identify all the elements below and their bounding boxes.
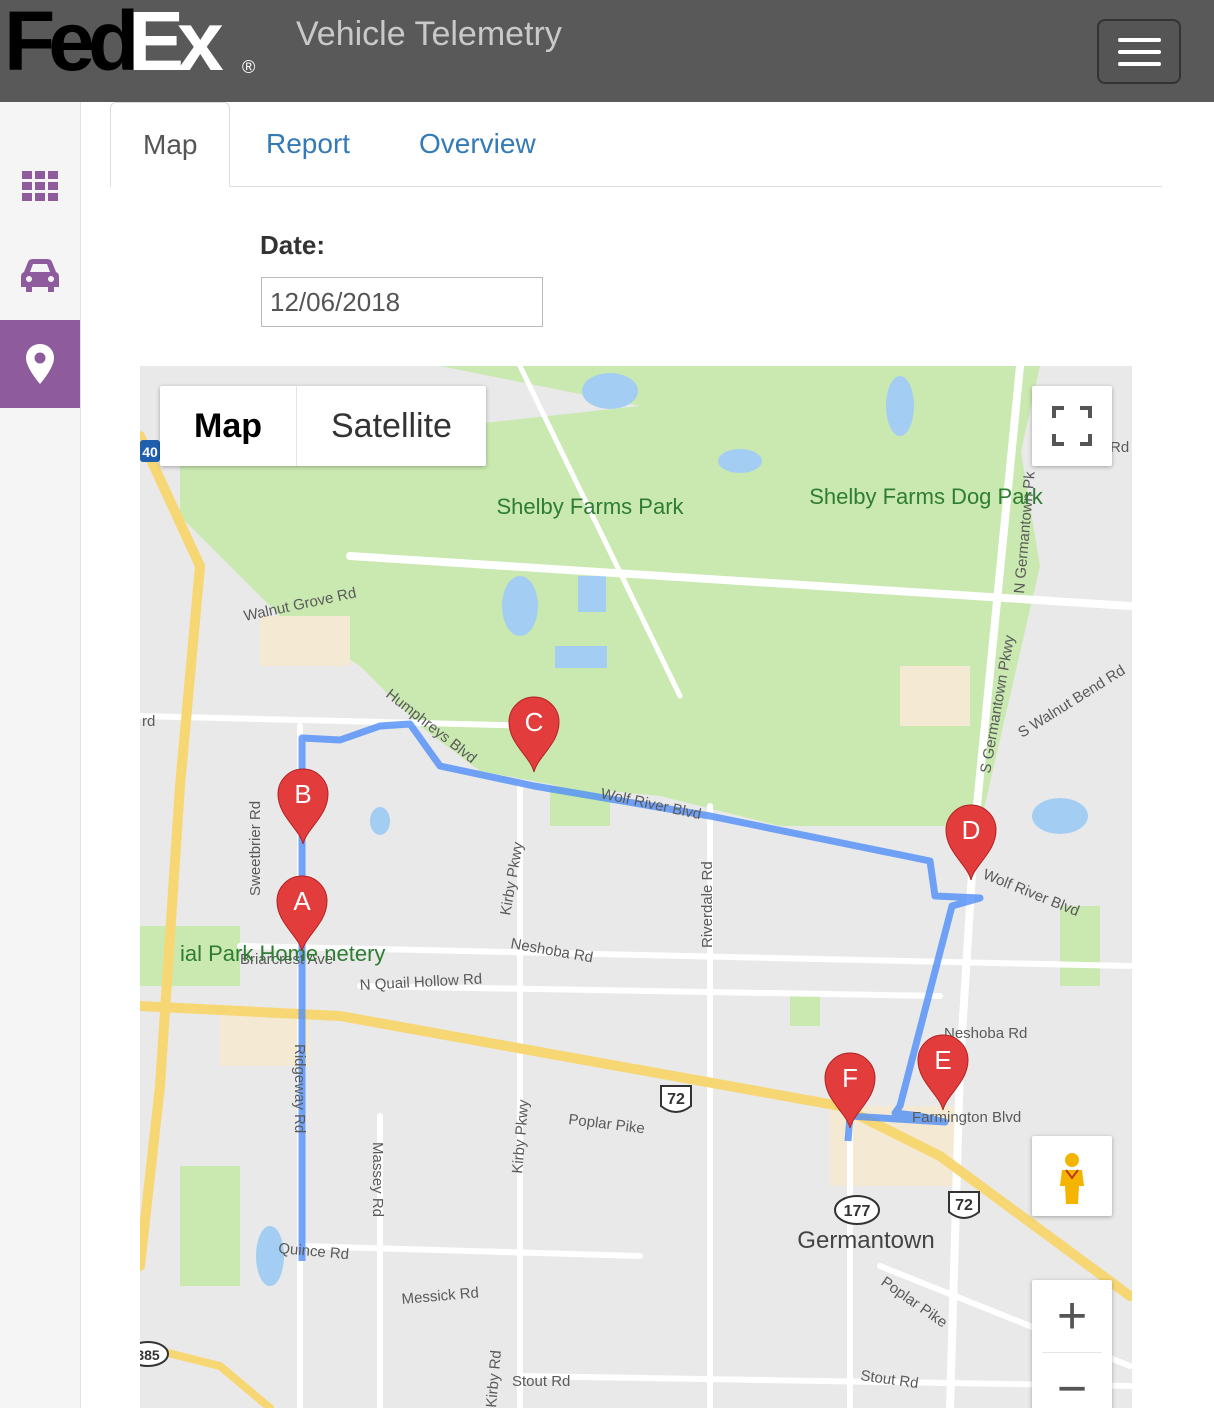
- marker-label: F: [842, 1063, 858, 1093]
- map-view[interactable]: Walnut Grove Rd Humphreys Blvd Wolf Rive…: [140, 366, 1132, 1408]
- sidebar-item-map[interactable]: [0, 320, 80, 408]
- marker-label: E: [934, 1045, 951, 1075]
- date-input[interactable]: [261, 277, 543, 327]
- map-type-map-button[interactable]: Map: [160, 386, 297, 466]
- road-label: Sweetbrier Rd: [247, 801, 264, 896]
- place-label-memorial: ial Park Home netery: [180, 941, 385, 966]
- logo-fed: Fed: [4, 0, 139, 88]
- marker-label: A: [293, 886, 311, 916]
- us72-shield: 72: [948, 1191, 980, 1219]
- sidebar: [0, 102, 81, 1408]
- hamburger-menu-button[interactable]: [1097, 19, 1181, 84]
- zoom-in-button[interactable]: +: [1042, 1280, 1102, 1353]
- road-label: Riverdale Rd: [699, 861, 716, 948]
- street-view-pegman-button[interactable]: [1032, 1136, 1112, 1216]
- road-label: Ridgeway Rd: [291, 1044, 308, 1133]
- marker-b[interactable]: B: [277, 768, 329, 845]
- road-label: Rd: [1110, 439, 1129, 456]
- zoom-out-button[interactable]: −: [1032, 1353, 1112, 1408]
- road-label: Poplar Pike: [568, 1111, 646, 1137]
- view-tabs: Map Report Overview: [110, 102, 1162, 187]
- zoom-control: + −: [1032, 1280, 1112, 1408]
- road-label: Messick Rd: [401, 1284, 480, 1308]
- road-label: Kirby Rd: [483, 1350, 505, 1408]
- marker-label: D: [962, 815, 981, 845]
- shield-label: 72: [955, 1197, 973, 1214]
- map-type-control: Map Satellite: [160, 386, 486, 466]
- app-title: Vehicle Telemetry: [296, 15, 562, 53]
- sidebar-item-vehicles[interactable]: [0, 232, 80, 320]
- logo-ex: Ex: [128, 0, 224, 88]
- map-marker-icon: [26, 344, 54, 384]
- fullscreen-button[interactable]: [1032, 386, 1112, 466]
- tab-report[interactable]: Report: [234, 102, 382, 186]
- marker-label: C: [525, 707, 544, 737]
- us72-shield: 72: [660, 1085, 692, 1113]
- logo-registered: ®: [242, 57, 256, 77]
- road-label: Stout Rd: [859, 1367, 919, 1392]
- place-label-park: Shelby Farms Park: [496, 494, 684, 519]
- marker-label: B: [294, 779, 311, 809]
- marker-a[interactable]: A: [276, 875, 328, 952]
- sidebar-item-dashboard[interactable]: [0, 142, 80, 230]
- fullscreen-icon: [1052, 406, 1092, 446]
- road-label: Quince Rd: [278, 1240, 350, 1263]
- place-label-germantown: Germantown: [797, 1227, 934, 1254]
- pegman-icon: [1060, 1153, 1084, 1204]
- place-label-dog-park: Shelby Farms Dog Park: [809, 484, 1044, 509]
- road-label: S Walnut Bend Rd: [1015, 662, 1128, 742]
- tab-overview[interactable]: Overview: [387, 102, 568, 186]
- top-navbar: Fed Ex ® Vehicle Telemetry: [0, 0, 1214, 102]
- shield-label: 40: [142, 444, 158, 460]
- hamburger-line: [1118, 62, 1161, 66]
- hamburger-line: [1118, 38, 1161, 42]
- sr385-shield: 385: [140, 1341, 169, 1367]
- shield-label: 177: [844, 1203, 871, 1220]
- shield-label: 385: [140, 1347, 160, 1363]
- map-type-satellite-button[interactable]: Satellite: [297, 386, 486, 466]
- tab-map[interactable]: Map: [110, 102, 230, 187]
- road-label: Wolf River Blvd: [981, 866, 1082, 920]
- map-canvas[interactable]: Walnut Grove Rd Humphreys Blvd Wolf Rive…: [140, 366, 1132, 1408]
- shield-label: 72: [667, 1091, 685, 1108]
- car-icon: [21, 259, 59, 292]
- road-label: rd: [142, 713, 155, 730]
- date-label: Date:: [260, 230, 326, 260]
- grid-icon: [22, 171, 58, 201]
- road-label: Kirby Pkwy: [509, 1098, 532, 1174]
- road-label: Stout Rd: [512, 1373, 570, 1390]
- hamburger-line: [1118, 50, 1161, 54]
- road-label: Farmington Blvd: [912, 1109, 1021, 1126]
- sr177-shield: 177: [834, 1195, 880, 1225]
- road-label: Massey Rd: [369, 1142, 386, 1217]
- i40-shield: 40: [140, 440, 160, 462]
